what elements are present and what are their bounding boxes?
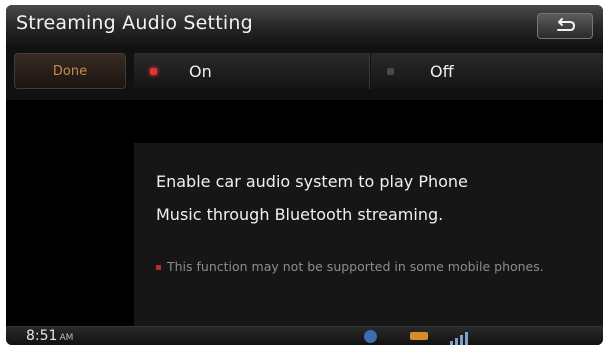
- unselected-indicator-icon: [387, 67, 394, 75]
- status-bar: 8:51 AM: [6, 326, 603, 345]
- option-off-label: Off: [430, 61, 454, 81]
- signal-bar: [455, 338, 458, 345]
- option-on[interactable]: On: [134, 53, 370, 89]
- info-note: This function may not be supported in so…: [156, 260, 586, 274]
- options-bar: Done On Off: [6, 45, 603, 100]
- clock: 8:51 AM: [26, 327, 73, 345]
- info-line-1: Enable car audio system to play Phone: [156, 172, 468, 191]
- signal-bar: [450, 341, 453, 345]
- info-note-text: This function may not be supported in so…: [167, 259, 544, 274]
- selected-indicator-icon: [150, 67, 157, 75]
- note-bullet-icon: [156, 265, 161, 270]
- page-title: Streaming Audio Setting: [16, 12, 253, 34]
- header: Streaming Audio Setting: [6, 5, 603, 46]
- clock-time: 8:51: [26, 328, 58, 344]
- back-arrow-icon: [557, 18, 575, 31]
- battery-icon: [410, 332, 428, 340]
- back-button[interactable]: [537, 13, 593, 39]
- option-on-label: On: [189, 61, 212, 81]
- info-panel: Enable car audio system to play Phone Mu…: [134, 143, 603, 327]
- done-button[interactable]: Done: [14, 53, 126, 89]
- clock-ampm: AM: [59, 333, 74, 343]
- signal-bar: [465, 332, 468, 345]
- signal-icon: [450, 329, 474, 345]
- bluetooth-icon: [364, 330, 377, 343]
- screen: Streaming Audio Setting Done On Off Enab…: [6, 5, 603, 345]
- option-off[interactable]: Off: [371, 53, 603, 89]
- info-line-2: Music through Bluetooth streaming.: [156, 205, 444, 224]
- signal-bar: [460, 335, 463, 345]
